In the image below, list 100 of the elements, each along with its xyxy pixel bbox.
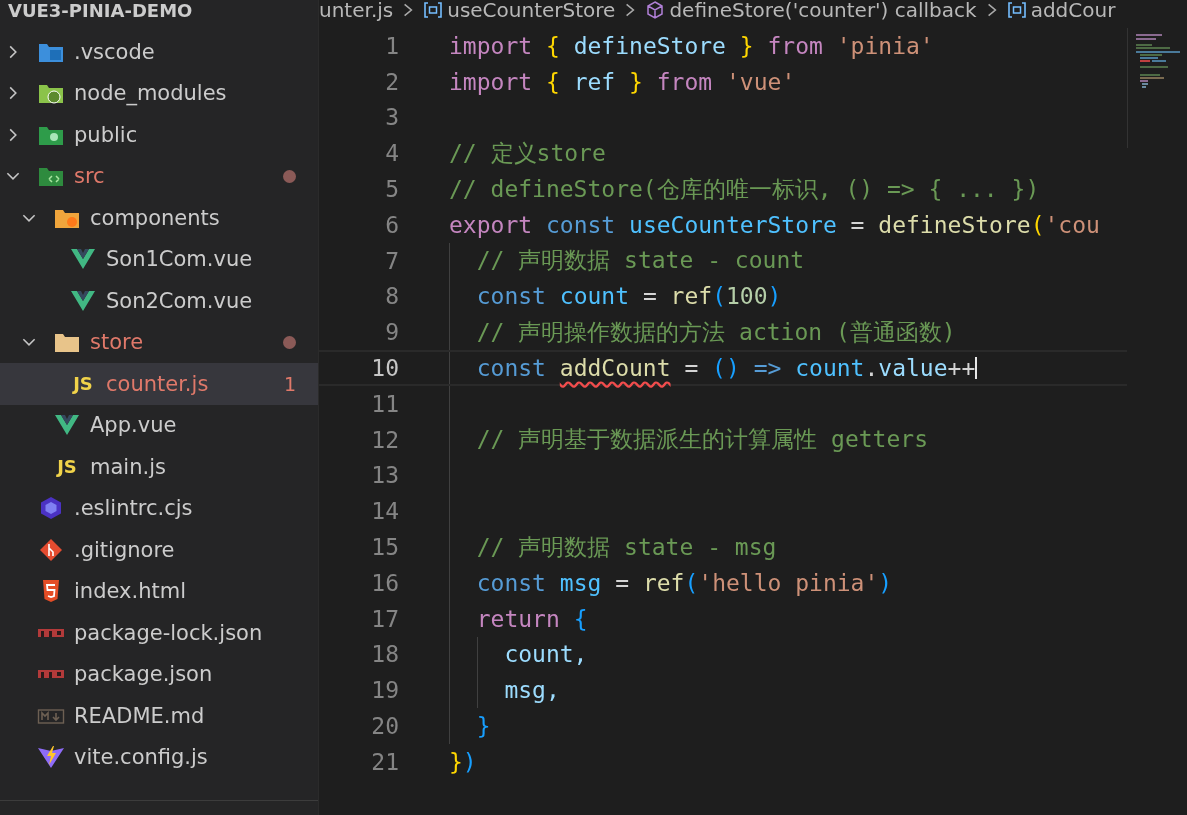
code-token: => xyxy=(752,354,783,384)
file-name: counter.js xyxy=(106,371,209,396)
code-token: msg, xyxy=(504,676,560,706)
file-tree-item[interactable]: components xyxy=(0,197,318,239)
file-tree-item[interactable]: public xyxy=(0,114,318,156)
file-tree-item[interactable]: README.md xyxy=(0,695,318,737)
file-tree-item[interactable]: vite.config.js xyxy=(0,736,318,778)
code-token: ( xyxy=(1030,210,1045,240)
code-token: ( xyxy=(684,568,699,598)
line-number: 10 xyxy=(370,355,399,382)
code-token: } xyxy=(629,67,643,97)
code-token: 'vue' xyxy=(726,67,796,97)
file-tree-item[interactable]: Son1Com.vue xyxy=(0,238,318,280)
problem-count: 1 xyxy=(283,372,296,395)
file-name: src xyxy=(74,164,105,189)
file-tree-item[interactable]: .gitignore xyxy=(0,529,318,571)
code-token: // defineStore(仓库的唯一标识, () => { ... }) xyxy=(449,174,1040,204)
breadcrumb-item[interactable]: useCounterStore xyxy=(447,0,616,22)
line-number: 4 xyxy=(384,140,399,167)
code-token: count xyxy=(795,354,865,384)
file-tree-item[interactable]: package-lock.json xyxy=(0,612,318,654)
code-token: = xyxy=(614,568,631,598)
code-token: 'hello pinia' xyxy=(698,568,879,598)
code-token: } xyxy=(476,712,491,742)
explorer-title: VUE3-PINIA-DEMO xyxy=(7,0,194,23)
breadcrumb-item[interactable]: defineStore('counter') callback xyxy=(669,0,977,22)
code-token: count, xyxy=(504,640,588,670)
js-file-icon: JS xyxy=(53,456,81,478)
file-tree-item[interactable]: src xyxy=(0,155,318,197)
code-token: from xyxy=(766,31,824,61)
file-tree-item[interactable]: .eslintrc.cjs xyxy=(0,487,318,529)
code-token: ) xyxy=(462,747,477,777)
code-token: ) xyxy=(767,282,782,312)
code-token: defineStore xyxy=(878,210,1031,240)
vue-file-icon xyxy=(69,288,97,313)
file-tree-item[interactable]: store xyxy=(0,321,318,363)
code-token: } xyxy=(449,747,463,777)
code-token: . xyxy=(864,354,879,384)
file-tree-item[interactable]: package.json xyxy=(0,653,318,695)
breadcrumb-item[interactable]: unter.js xyxy=(319,0,394,22)
code-token: 'pinia' xyxy=(836,31,934,61)
code-token: const xyxy=(545,210,617,240)
code-token: 100 xyxy=(726,282,768,312)
code-token: from xyxy=(655,67,714,97)
npm-icon xyxy=(37,669,65,680)
line-number: 18 xyxy=(370,641,399,668)
file-name: main.js xyxy=(90,454,166,479)
line-number: 7 xyxy=(384,247,399,274)
file-name: .vscode xyxy=(74,39,155,64)
file-tree-item[interactable]: node_modules xyxy=(0,72,318,114)
file-name: node_modules xyxy=(74,81,227,106)
breadcrumb-item[interactable]: addCour xyxy=(1030,0,1116,22)
code-token: 'cou xyxy=(1044,210,1100,240)
file-name: .gitignore xyxy=(74,537,175,562)
code-token: const xyxy=(476,282,547,312)
code-token: // 定义store xyxy=(449,138,606,168)
line-number: 17 xyxy=(370,605,399,632)
file-tree-item[interactable]: App.vue xyxy=(0,404,318,446)
code-token: = xyxy=(641,282,658,312)
code-token: { xyxy=(573,604,588,634)
code-token: ) xyxy=(878,568,893,598)
code-token: ( xyxy=(712,282,726,312)
file-tree-item[interactable]: .vscode xyxy=(0,31,318,73)
js-file-icon: JS xyxy=(69,373,97,395)
variable-icon xyxy=(423,0,444,20)
cube-icon xyxy=(645,0,666,20)
code-token: { xyxy=(545,31,560,61)
code-token: return xyxy=(476,604,561,634)
file-tree-item[interactable]: index.html xyxy=(0,570,318,612)
file-name: vite.config.js xyxy=(74,745,208,770)
code-token: count xyxy=(559,282,630,312)
file-tree-item[interactable]: Son2Com.vue xyxy=(0,280,318,322)
code-token: } xyxy=(739,31,754,61)
file-name: Son2Com.vue xyxy=(106,288,253,313)
file-name: .eslintrc.cjs xyxy=(74,496,193,521)
line-number: 11 xyxy=(370,390,399,417)
file-name: README.md xyxy=(74,703,205,728)
file-tree-item[interactable]: JS main.js xyxy=(0,446,318,488)
file-name: Son1Com.vue xyxy=(106,247,253,272)
code-token: msg xyxy=(559,568,602,598)
file-name: store xyxy=(90,330,144,355)
code-token: const xyxy=(476,354,547,384)
line-number: 16 xyxy=(370,569,399,596)
code-token: const xyxy=(476,568,547,598)
npm-icon xyxy=(37,627,65,638)
line-number: 8 xyxy=(384,283,399,310)
code-token: value xyxy=(878,354,948,384)
code-token: ref xyxy=(642,568,685,598)
code-token: { xyxy=(545,67,560,97)
line-number: 12 xyxy=(370,426,399,453)
code-token: addCount xyxy=(559,354,671,384)
file-tree-item[interactable]: JS counter.js 1 xyxy=(0,363,318,405)
code-token: // 声明数据 state - msg xyxy=(476,532,777,562)
line-number: 3 xyxy=(384,104,399,131)
code-token: = xyxy=(849,210,866,240)
line-number: 5 xyxy=(384,176,399,203)
code-token: () xyxy=(712,354,740,384)
line-number: 1 xyxy=(384,32,399,59)
line-number: 2 xyxy=(384,68,399,95)
line-number: 13 xyxy=(370,462,399,489)
